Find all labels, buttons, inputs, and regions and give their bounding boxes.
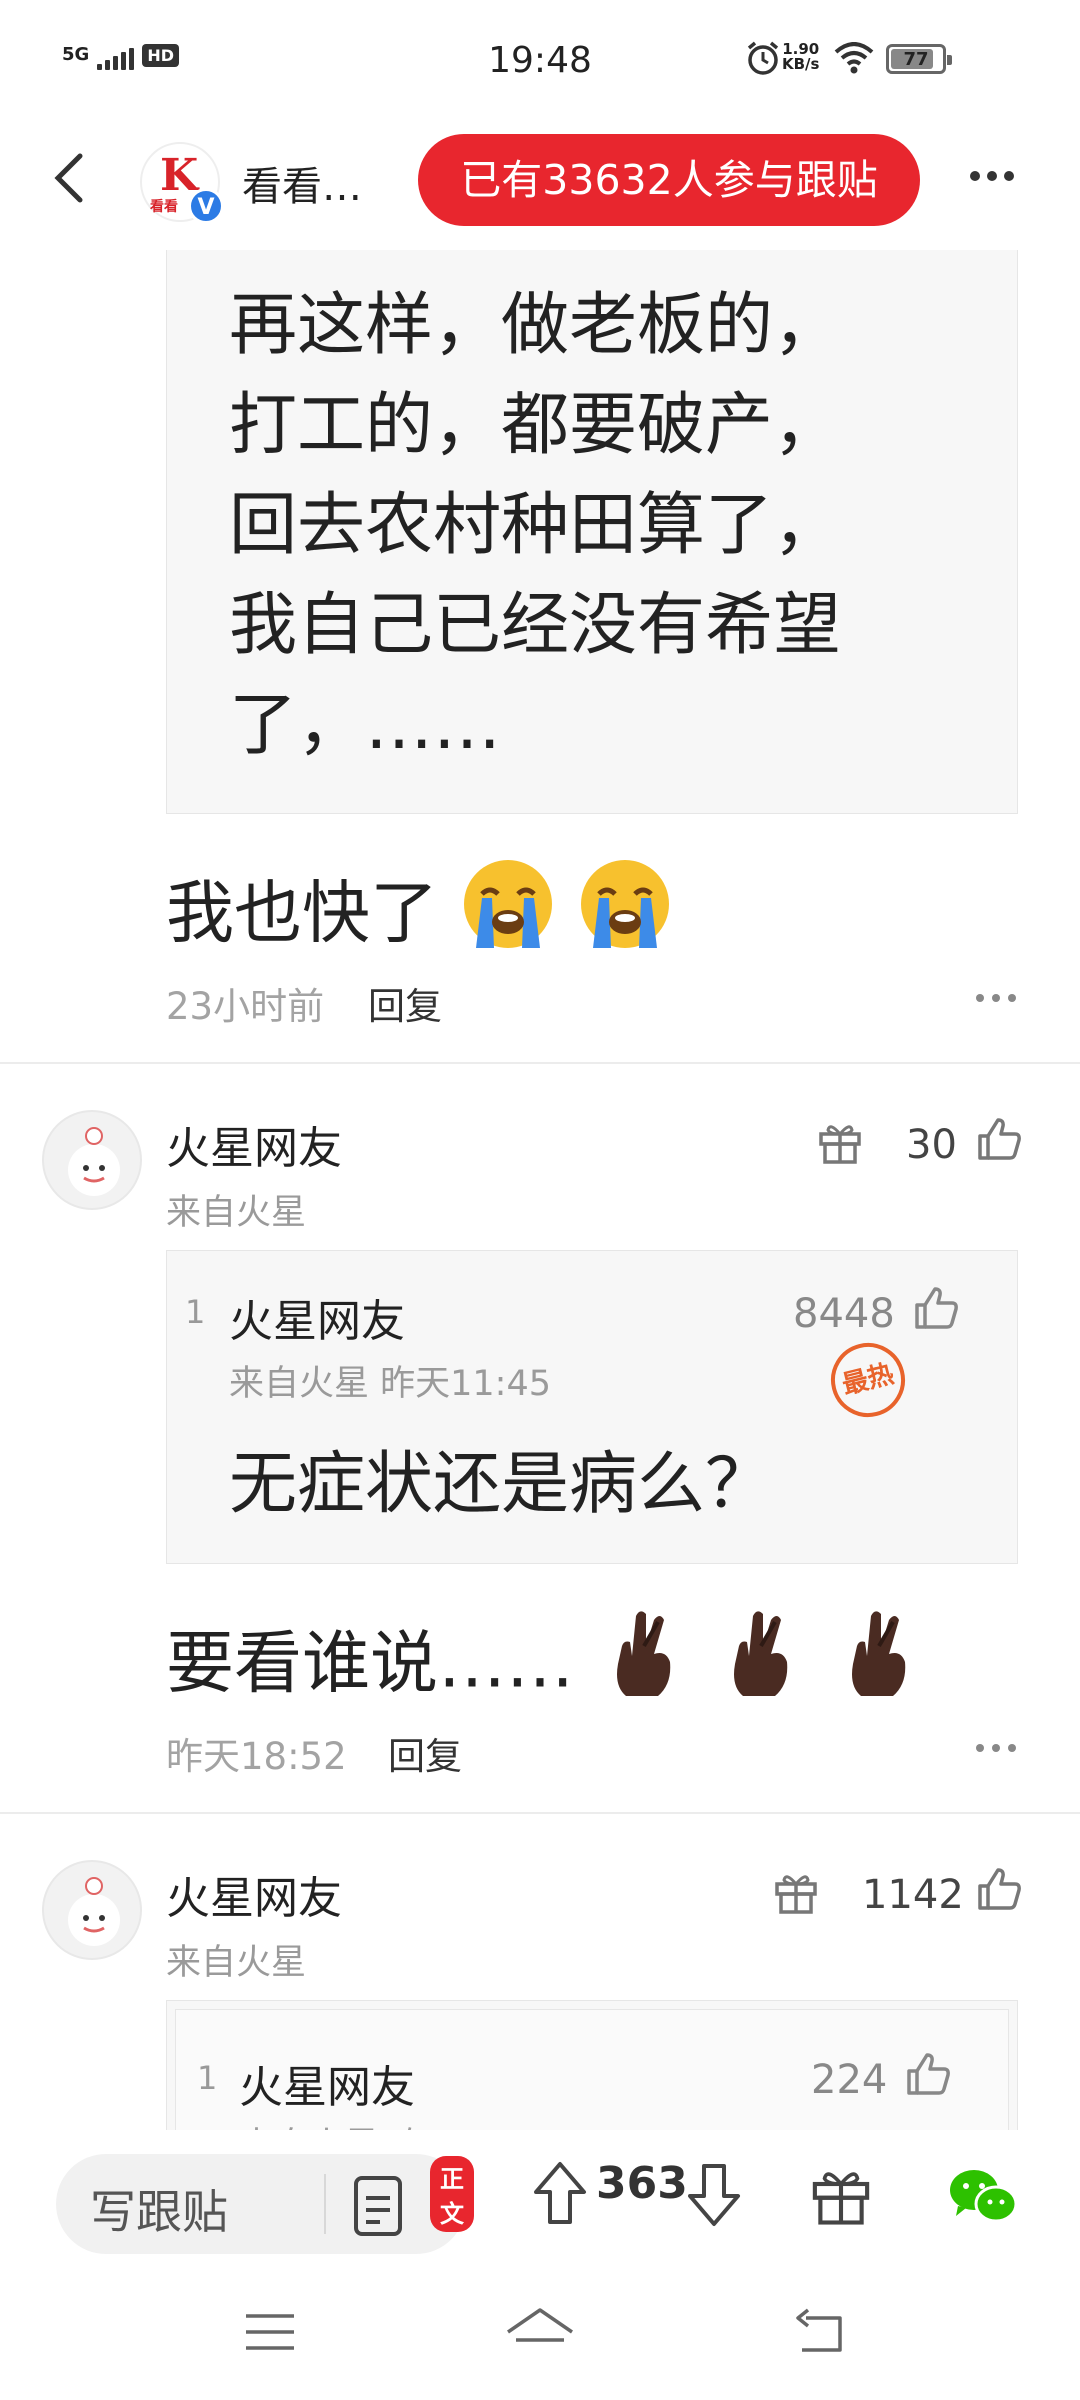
- bottom-action-bar: 写跟贴 正文 363: [0, 2130, 1080, 2260]
- vote-count: 363: [596, 2158, 688, 2209]
- like-count: 30: [906, 1122, 957, 1168]
- battery-icon: 77: [886, 44, 952, 74]
- article-button[interactable]: [350, 2172, 410, 2244]
- comment-text: 要看谁说……: [166, 1606, 927, 1730]
- hot-badge: 最热: [823, 1335, 913, 1425]
- gift-icon[interactable]: [816, 1118, 864, 1170]
- user-location: 来自火星: [166, 1193, 307, 1233]
- chevron-left-icon: [54, 153, 83, 203]
- crossed-fingers-icon: [596, 1606, 692, 1730]
- avatar[interactable]: [42, 1110, 142, 1210]
- floor-number: 1: [185, 1293, 206, 1331]
- gift-icon: [812, 2172, 870, 2225]
- comment-more-button[interactable]: [972, 990, 1020, 1004]
- username[interactable]: 火星网友: [166, 1112, 342, 1176]
- quoted-comment: 再这样，做老板的， 打工的，都要破产， 回去农村种田算了， 我自己已经没有希望 …: [166, 250, 1018, 814]
- document-icon: [354, 2176, 402, 2236]
- participants-pill[interactable]: 已有33632人参与跟贴: [418, 134, 920, 226]
- comment-text: 我也快了: [166, 856, 673, 980]
- menu-button[interactable]: [242, 2310, 298, 2358]
- write-comment-input[interactable]: 写跟贴 正文: [56, 2154, 474, 2254]
- quoted-comment-text: 无症状还是病么？: [229, 1445, 774, 1524]
- verified-badge: V: [188, 188, 224, 224]
- thumbs-up-icon[interactable]: [911, 1283, 961, 1337]
- thumbs-up-icon[interactable]: [903, 2049, 953, 2103]
- more-horizontal-icon: [976, 1744, 1016, 1752]
- alarm-icon: [745, 40, 781, 80]
- more-options-button[interactable]: [968, 164, 1016, 188]
- quoted-like-count: 8448: [793, 1291, 895, 1337]
- loudly-crying-face-icon: [460, 856, 556, 980]
- gift-icon[interactable]: [772, 1868, 820, 1920]
- comment-time: 昨天18:52: [166, 1735, 347, 1778]
- mars-user-avatar-icon: [68, 1127, 120, 1196]
- back-button[interactable]: [42, 142, 102, 212]
- home-icon: [507, 2308, 573, 2342]
- pill-divider: [324, 2174, 326, 2234]
- quoted-comment-text: 再这样，做老板的， 打工的，都要破产， 回去农村种田算了， 我自己已经没有希望 …: [229, 286, 842, 765]
- loudly-crying-face-icon: [577, 856, 673, 980]
- menu-icon: [246, 2314, 294, 2350]
- system-nav-bar: [0, 2260, 1080, 2400]
- wechat-icon: [950, 2170, 1018, 2223]
- floor-number: 1: [197, 2059, 218, 2097]
- mars-user-avatar-icon: [68, 1877, 120, 1946]
- wifi-icon: [834, 42, 874, 78]
- source-name[interactable]: 看看…: [242, 154, 362, 212]
- more-horizontal-icon: [976, 994, 1016, 1002]
- crossed-fingers-icon: [713, 1606, 809, 1730]
- quoted-meta: 来自火星 昨天11:45: [229, 1364, 551, 1404]
- username[interactable]: 火星网友: [166, 1862, 342, 1926]
- divider: [0, 1812, 1080, 1814]
- article-header: K 看看 V 看看… 已有33632人参与跟贴: [0, 120, 1080, 240]
- more-horizontal-icon: [970, 171, 1014, 181]
- comment-more-button[interactable]: [972, 1740, 1020, 1754]
- quoted-username[interactable]: 火星网友: [229, 1285, 405, 1349]
- quoted-like-count: 224: [811, 2057, 888, 2103]
- source-avatar[interactable]: K 看看 V: [140, 142, 224, 224]
- quoted-comment: 1 火星网友 来自火星 昨天11:45 8448 最热 无症状还是病么？: [166, 1250, 1018, 1564]
- arrow-down-icon: [688, 2164, 740, 2226]
- reply-button[interactable]: 回复: [388, 1726, 462, 1780]
- home-button[interactable]: [504, 2306, 576, 2362]
- upvote-button[interactable]: [530, 2158, 590, 2232]
- back-arrow-icon: [796, 2308, 842, 2352]
- divider: [0, 1062, 1080, 1064]
- comment-time: 23小时前: [166, 985, 325, 1028]
- write-comment-label: 写跟贴: [90, 2185, 228, 2239]
- article-badge: 正文: [430, 2156, 474, 2232]
- avatar[interactable]: [42, 1860, 142, 1960]
- thumbs-up-icon[interactable]: [974, 1864, 1024, 1918]
- downvote-button[interactable]: [684, 2160, 744, 2234]
- net-speed: 1.90 KB/s: [782, 40, 820, 73]
- wechat-share-button[interactable]: [948, 2166, 1018, 2230]
- user-location: 来自火星: [166, 1943, 307, 1983]
- thumbs-up-icon[interactable]: [974, 1114, 1024, 1168]
- back-nav-button[interactable]: [792, 2306, 848, 2362]
- gift-button[interactable]: [808, 2162, 874, 2232]
- reply-button[interactable]: 回复: [368, 976, 442, 1030]
- quoted-comment: 1 火星网友 224 来自火星 昨天13:40: [166, 2000, 1018, 2136]
- status-bar: 5G HD 19:48 1.90 KB/s 77: [0, 0, 1080, 120]
- crossed-fingers-icon: [831, 1606, 927, 1730]
- like-count: 1142: [862, 1872, 964, 1918]
- arrow-up-icon: [534, 2162, 586, 2224]
- quoted-username[interactable]: 火星网友: [239, 2051, 415, 2115]
